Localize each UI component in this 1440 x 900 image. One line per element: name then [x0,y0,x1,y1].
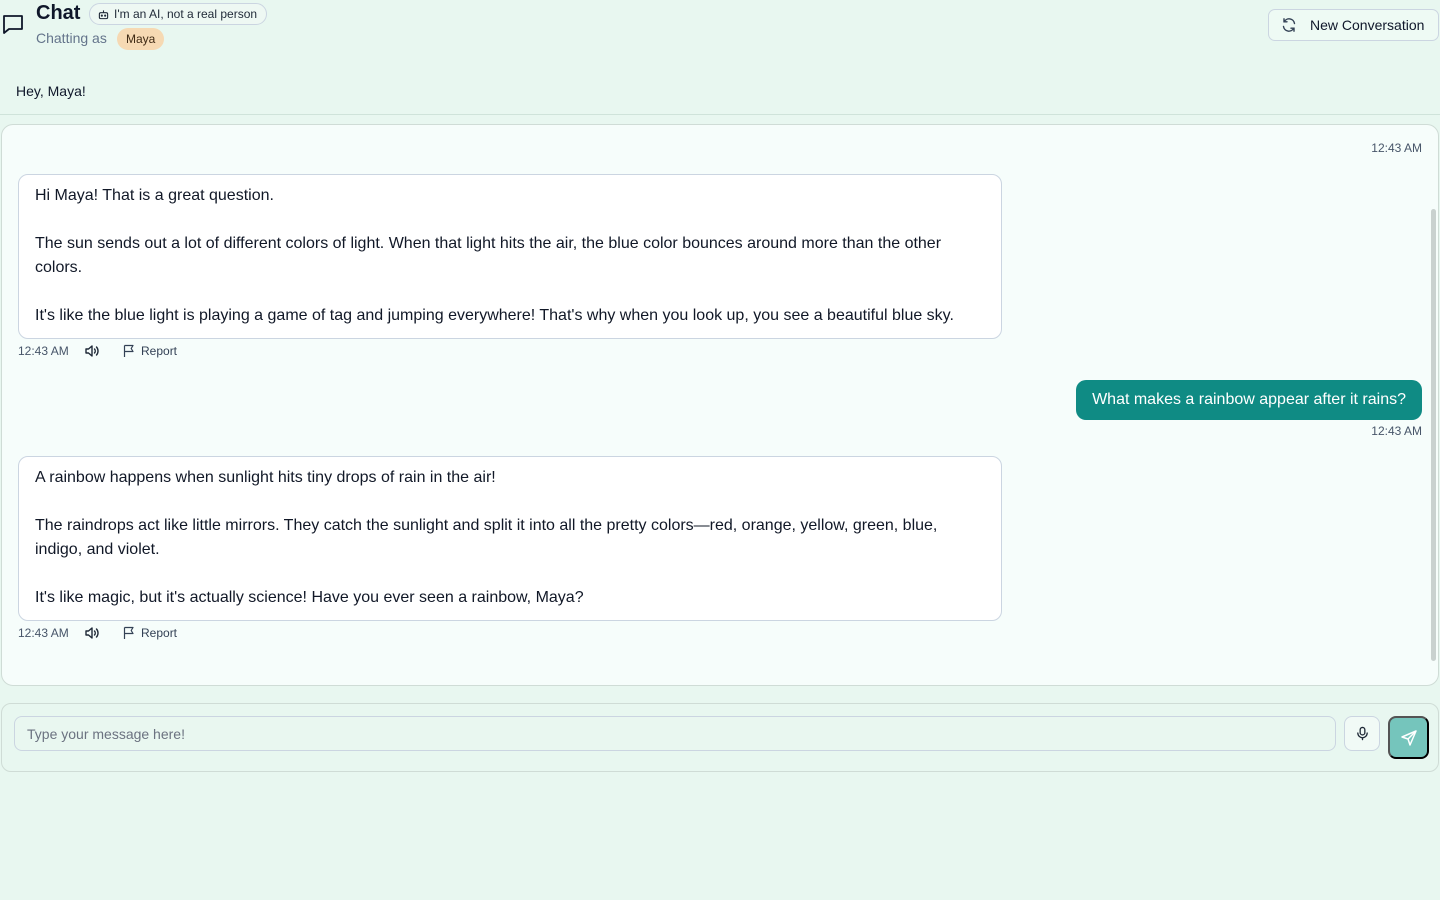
greeting: Hey, Maya! [16,83,86,99]
message-timestamp: 12:43 AM [18,626,69,640]
scrollbar[interactable] [1431,209,1436,661]
message-paragraph: Hi Maya! That is a great question. [35,187,274,204]
flag-icon [123,626,134,639]
report-label: Report [141,344,178,358]
chatting-as-label: Chatting as [36,30,107,46]
message-paragraph: The sun sends out a lot of different col… [35,235,942,276]
message-composer [1,703,1439,772]
message-timestamp: 12:43 AM [1371,424,1422,438]
message-paragraph: A rainbow happens when sunlight hits tin… [35,469,496,486]
divider [0,114,1440,115]
message-paragraph: It's like the blue light is playing a ga… [35,307,954,324]
user-name-pill: Maya [117,28,165,50]
ai-disclosure-badge: I'm an AI, not a real person [89,3,268,25]
refresh-icon [1282,18,1296,32]
page-title: Chat [36,2,81,24]
mic-icon [1356,726,1368,741]
report-button[interactable]: Report [122,626,177,640]
new-conversation-label: New Conversation [1310,17,1425,33]
send-icon [1400,729,1417,746]
send-button[interactable] [1388,716,1429,759]
ai-badge-label: I'm an AI, not a real person [114,7,258,21]
message-paragraph: The raindrops act like little mirrors. T… [35,517,938,558]
assistant-message: A rainbow happens when sunlight hits tin… [18,456,1002,621]
flag-icon [123,344,134,357]
report-button[interactable]: Report [122,344,177,358]
assistant-message: Hi Maya! That is a great question. The s… [18,174,1002,339]
message-timestamp: 12:43 AM [18,344,69,358]
chat-header: Chat I'm an AI, not a real person Chatti… [0,0,1440,60]
message-paragraph: It's like magic, but it's actually scien… [35,589,584,606]
bot-icon [98,9,109,19]
new-conversation-button[interactable]: New Conversation [1268,9,1439,41]
speaker-icon[interactable] [83,624,101,642]
speaker-icon[interactable] [83,342,101,360]
message-meta: 12:43 AM Report [18,342,177,360]
mic-button[interactable] [1344,716,1380,751]
message-meta: 12:43 AM Report [18,624,177,642]
report-label: Report [141,626,178,640]
message-input[interactable] [14,716,1336,751]
chat-messages-panel[interactable]: 12:43 AM Hi Maya! That is a great questi… [1,124,1439,686]
message-timestamp: 12:43 AM [1371,141,1422,155]
chat-bubble-icon [1,12,25,36]
user-message: What makes a rainbow appear after it rai… [1076,380,1422,420]
